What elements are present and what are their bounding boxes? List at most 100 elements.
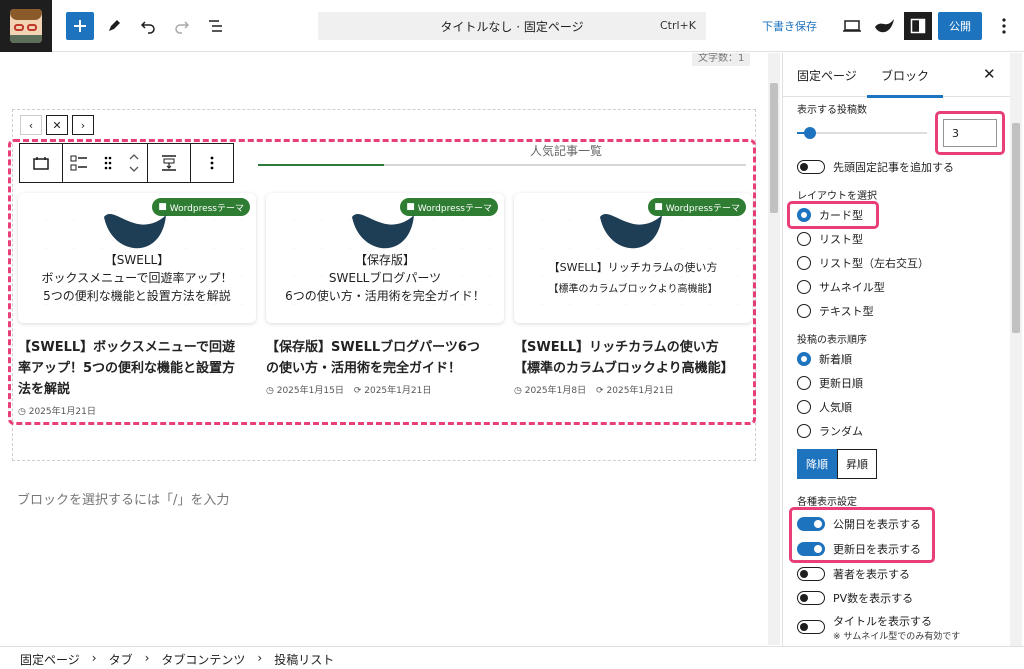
chevron-right-icon: › [144, 651, 150, 665]
tab-block[interactable]: ブロック [866, 67, 944, 98]
swell-settings-button[interactable] [870, 12, 898, 40]
published-date: 2025年1月8日 [524, 386, 587, 396]
updated-date: 2025年1月21日 [364, 386, 432, 396]
redo-button[interactable] [168, 12, 196, 40]
tools-button[interactable] [100, 12, 128, 40]
thumb-line: 【標準のカラムブロックより高機能】 [548, 284, 718, 295]
show-published-row[interactable]: 公開日を表示する [797, 516, 921, 532]
options-button[interactable] [990, 12, 1018, 40]
published-date: 2025年1月21日 [28, 407, 96, 417]
heading-underline [258, 164, 746, 166]
show-updated-toggle[interactable] [797, 542, 825, 556]
thumb-line: ボックスメニューで回遊率アップ！ [41, 271, 233, 285]
radio-button[interactable] [797, 424, 811, 438]
radio-button[interactable] [797, 256, 811, 270]
radio-button[interactable] [797, 232, 811, 246]
block-appender-placeholder[interactable]: ブロックを選択するには「/」を入力 [17, 489, 229, 508]
clock-icon: ◷ [266, 386, 274, 396]
show-published-toggle[interactable] [797, 517, 825, 531]
post-list-icon [70, 155, 87, 171]
show-pv-toggle[interactable] [797, 591, 825, 605]
thumb-line: 5つの便利な機能と設置方法を解説 [43, 289, 231, 303]
slider-knob[interactable] [804, 127, 816, 139]
posts-count-label: 表示する投稿数 [797, 105, 867, 116]
block-breadcrumb: 固定ページ › タブ › タブコンテンツ › 投稿リスト [0, 646, 1024, 669]
tab-prev-arrow[interactable]: ‹ [20, 115, 42, 135]
clock-icon: ◷ [18, 407, 26, 417]
radio-button[interactable] [797, 352, 811, 366]
display-settings-label: 各種表示設定 [797, 497, 857, 508]
document-overview-button[interactable] [202, 12, 230, 40]
tab-remove-button[interactable]: ✕ [46, 115, 68, 135]
post-meta: ◷ 2025年1月8日 ⟳ 2025年1月21日 [514, 383, 752, 396]
kebab-menu-icon [1002, 18, 1006, 34]
show-title-note: ※ サムネイル型でのみ有効です [833, 632, 961, 642]
radio-button[interactable] [797, 304, 811, 318]
post-card[interactable]: ■ Wordpressテーマ 【SWELL】リッチカラムの使い方 【標準のカラムブ… [514, 193, 752, 396]
post-card[interactable]: ■ Wordpressテーマ 【SWELL】 ボックスメニューで回遊率アップ！ 5… [18, 193, 256, 417]
post-meta: ◷ 2025年1月21日 [18, 404, 256, 417]
post-card[interactable]: ■ Wordpressテーマ 【保存版】 SWELLブログパーツ 6つの使い方・活… [266, 193, 504, 396]
kebab-menu-icon [210, 156, 214, 170]
command-palette[interactable]: タイトルなし · 固定ページ Ctrl+K [318, 12, 706, 40]
show-author-row[interactable]: 著者を表示する [797, 566, 910, 582]
tab-page[interactable]: 固定ページ [797, 67, 857, 84]
canvas-scrollbar[interactable] [768, 53, 780, 645]
radio-button[interactable] [797, 280, 811, 294]
pencil-icon [109, 20, 120, 31]
select-parent-button[interactable] [63, 144, 95, 182]
post-title[interactable]: 【SWELL】ボックスメニューで回遊 率アップ！5つの便利な機能と設置方 法を解… [18, 337, 256, 400]
breadcrumb-item[interactable]: タブ [109, 651, 133, 667]
sort-asc-button[interactable]: 昇順 [837, 449, 877, 479]
layout-option[interactable]: リスト型 [797, 231, 863, 247]
tab-next-arrow[interactable]: › [72, 115, 94, 135]
show-pv-row[interactable]: PV数を表示する [797, 590, 913, 606]
highlight-box [935, 111, 1005, 155]
block-settings-button[interactable] [148, 144, 190, 182]
show-title-toggle[interactable] [797, 620, 825, 634]
save-draft-button[interactable]: 下書き保存 [762, 18, 817, 34]
layout-option[interactable]: カード型 [797, 207, 863, 223]
shortcut-hint: Ctrl+K [659, 19, 696, 32]
undo-button[interactable] [134, 12, 162, 40]
post-title[interactable]: 【SWELL】リッチカラムの使い方 【標準のカラムブロックより高機能】 [514, 337, 752, 379]
show-author-toggle[interactable] [797, 567, 825, 581]
document-title: タイトルなし · 固定ページ [440, 19, 584, 34]
sidebar-icon [910, 18, 926, 34]
close-icon[interactable]: ✕ [983, 65, 996, 83]
order-option[interactable]: 新着順 [797, 351, 852, 367]
sidebar-scrollbar[interactable] [1010, 53, 1022, 646]
order-option[interactable]: ランダム [797, 423, 863, 439]
layout-option[interactable]: テキスト型 [797, 303, 874, 319]
block-type-button[interactable] [20, 144, 62, 182]
add-block-button[interactable] [66, 12, 94, 40]
layout-label: レイアウトを選択 [797, 191, 877, 202]
post-title[interactable]: 【保存版】SWELLブログパーツ6つ の使い方・活用術を完全ガイド！ [266, 337, 504, 379]
order-option[interactable]: 人気順 [797, 399, 852, 415]
move-up-down-button[interactable] [121, 144, 147, 182]
thumb-line: 6つの使い方・活用術を完全ガイド！ [285, 289, 485, 303]
sticky-toggle[interactable] [797, 160, 825, 174]
radio-button[interactable] [797, 400, 811, 414]
radio-button[interactable] [797, 208, 811, 222]
layout-option[interactable]: サムネイル型 [797, 279, 885, 295]
sort-desc-button[interactable]: 降順 [797, 449, 837, 479]
radio-button[interactable] [797, 376, 811, 390]
plus-icon [74, 20, 86, 32]
site-icon[interactable] [0, 0, 52, 52]
posts-count-slider[interactable] [797, 127, 927, 139]
show-updated-row[interactable]: 更新日を表示する [797, 541, 921, 557]
swell-logo-icon [352, 213, 414, 249]
preview-button[interactable] [838, 12, 866, 40]
drag-handle[interactable] [95, 144, 121, 182]
publish-button[interactable]: 公開 [938, 12, 982, 40]
undo-icon [140, 21, 155, 34]
breadcrumb-item[interactable]: タブコンテンツ [161, 651, 245, 667]
breadcrumb-item[interactable]: 固定ページ [20, 651, 80, 667]
order-option[interactable]: 更新日順 [797, 375, 863, 391]
refresh-icon: ⟳ [596, 386, 604, 396]
settings-toggle-button[interactable] [904, 12, 932, 40]
sticky-toggle-row[interactable]: 先頭固定記事を追加する [797, 159, 954, 175]
layout-option[interactable]: リスト型（左右交互） [797, 255, 929, 271]
block-options-button[interactable] [191, 144, 233, 182]
